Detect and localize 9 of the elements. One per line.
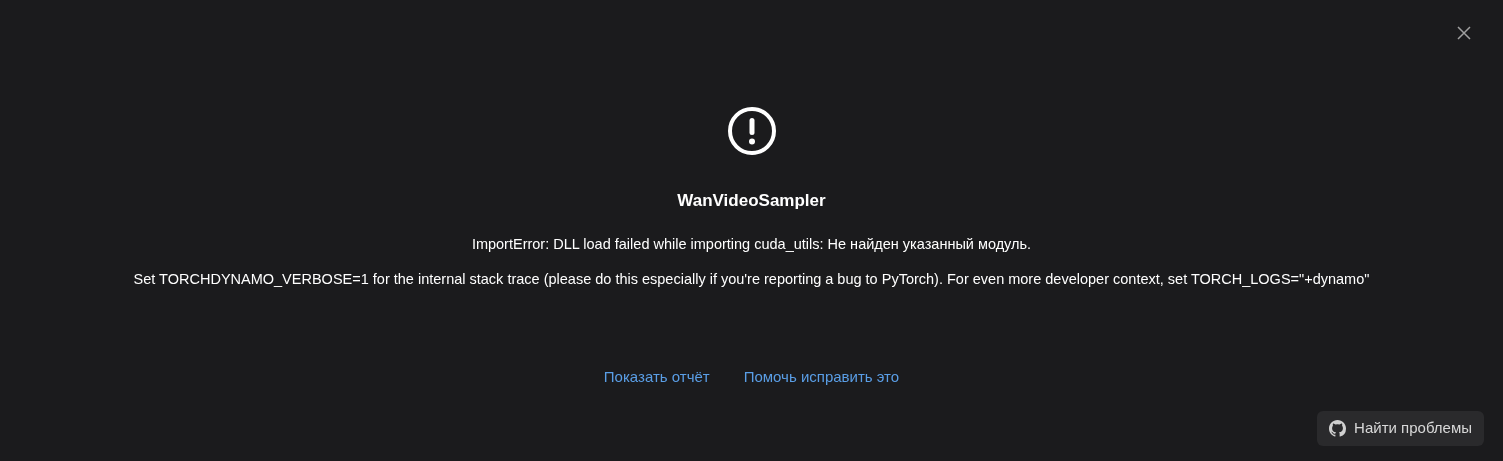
dialog-title: WanVideoSampler: [677, 190, 826, 212]
github-icon: [1329, 420, 1347, 437]
warning-icon: [726, 106, 777, 156]
error-message: ImportError: DLL load failed while importing cuda_utils: Не найден указанный модуль.: [471, 235, 1032, 254]
dialog-link[interactable]: Помочь исправить это: [743, 367, 900, 387]
close-button[interactable]: [1455, 24, 1473, 42]
dialog-link[interactable]: Показать отчёт: [603, 367, 710, 387]
find-issues-button[interactable]: Найти проблемы: [1317, 411, 1484, 446]
error-message: Set TORCHDYNAMO_VERBOSE=1 for the internal stack trace (please do this especially if you're reporting a bug to PyTorch). For even more developer context, set TORCH_LOGS="+dynamo": [133, 270, 1370, 289]
